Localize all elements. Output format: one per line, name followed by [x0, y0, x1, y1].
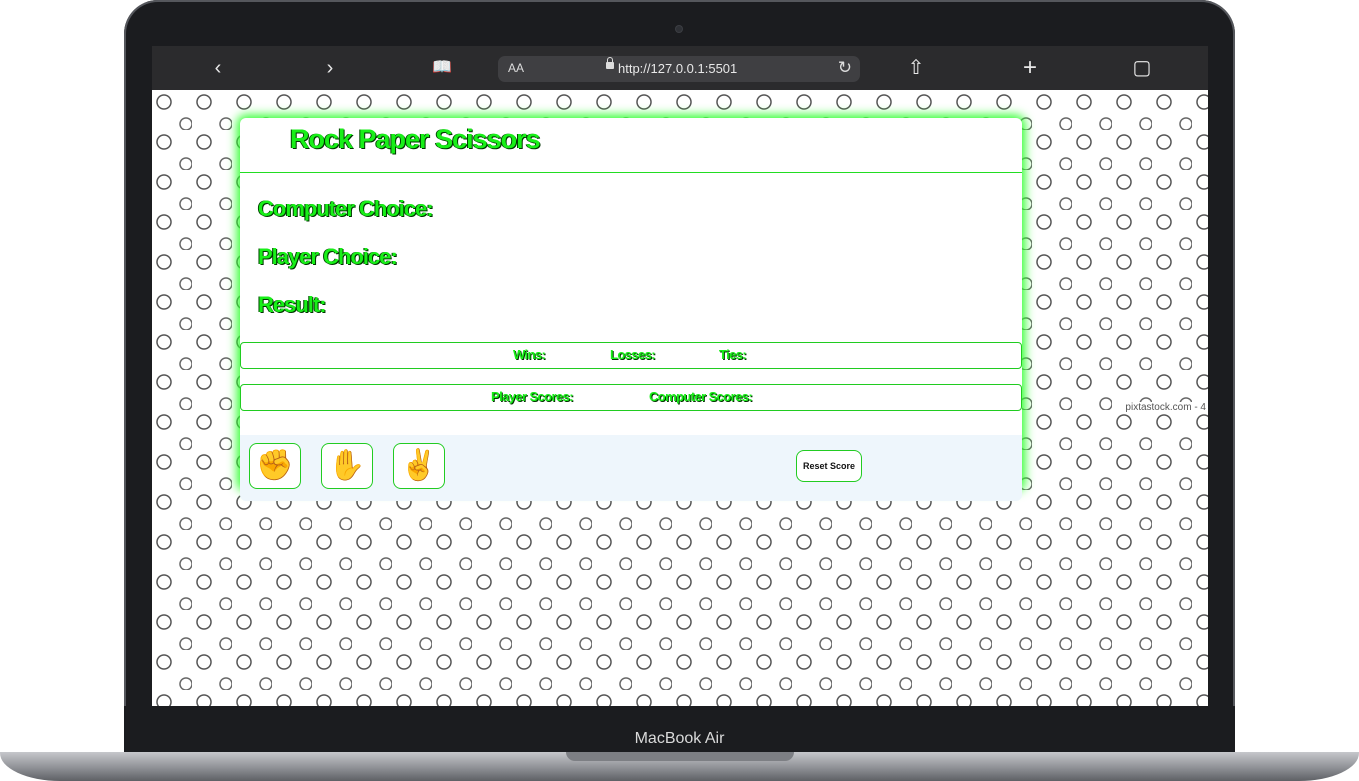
rock-fist-icon: ✊	[256, 449, 294, 482]
result-label: Result:	[258, 292, 327, 317]
forward-icon[interactable]: ›	[316, 56, 344, 80]
lock-icon	[606, 57, 614, 69]
camera-icon	[676, 26, 682, 32]
page-title: Rock Paper Scissors	[290, 124, 541, 154]
url-text[interactable]: http://127.0.0.1:5501	[618, 61, 737, 76]
browser-toolbar: ‹ › 📖 AA http://127.0.0.1:5501 ↻ ⇧ + ▢	[152, 46, 1208, 90]
stats-row: Wins: Losses: Ties:	[240, 342, 1022, 369]
device-label: MacBook Air	[634, 730, 725, 747]
rock-button[interactable]: ✊	[249, 443, 301, 489]
ties-label: Ties:	[719, 347, 747, 362]
reader-icon[interactable]: 📖	[428, 56, 456, 80]
game-card: Rock Paper Scissors Computer Choice: Pla…	[240, 118, 1022, 501]
computer-choice-label: Computer Choice:	[258, 196, 434, 221]
laptop-notch	[566, 752, 794, 761]
watermark-text: pixtastock.com - 4	[1123, 402, 1208, 413]
wins-label: Wins:	[513, 347, 546, 362]
tabs-overview-icon[interactable]: ▢	[1128, 56, 1156, 80]
losses-label: Losses:	[610, 347, 656, 362]
paper-button[interactable]: ✋	[321, 443, 373, 489]
share-icon[interactable]: ⇧	[902, 56, 930, 80]
paper-hand-icon: ✋	[328, 449, 366, 482]
computer-scores-label: Computer Scores:	[649, 389, 753, 404]
reset-score-button[interactable]: Reset Score	[796, 450, 862, 482]
scissors-button[interactable]: ✌️	[393, 443, 445, 489]
controls-bar: ✊ ✋ ✌️ Reset Score	[240, 435, 1022, 501]
new-tab-icon[interactable]: +	[1016, 56, 1044, 80]
reload-icon[interactable]: ↻	[838, 58, 852, 78]
text-size-button[interactable]: AA	[508, 61, 524, 75]
player-scores-label: Player Scores:	[491, 389, 574, 404]
screen: ‹ › 📖 AA http://127.0.0.1:5501 ↻ ⇧ + ▢ p…	[152, 46, 1208, 706]
scores-row: Player Scores: Computer Scores:	[240, 384, 1022, 411]
player-choice-label: Player Choice:	[258, 244, 398, 269]
back-icon[interactable]: ‹	[204, 56, 232, 80]
address-bar[interactable]: AA http://127.0.0.1:5501 ↻	[498, 56, 860, 82]
title-bar: Rock Paper Scissors	[240, 118, 1022, 173]
scissors-hand-icon: ✌️	[400, 449, 438, 482]
page-background: pixtastock.com - 4 Rock Paper Scissors C…	[152, 90, 1208, 706]
